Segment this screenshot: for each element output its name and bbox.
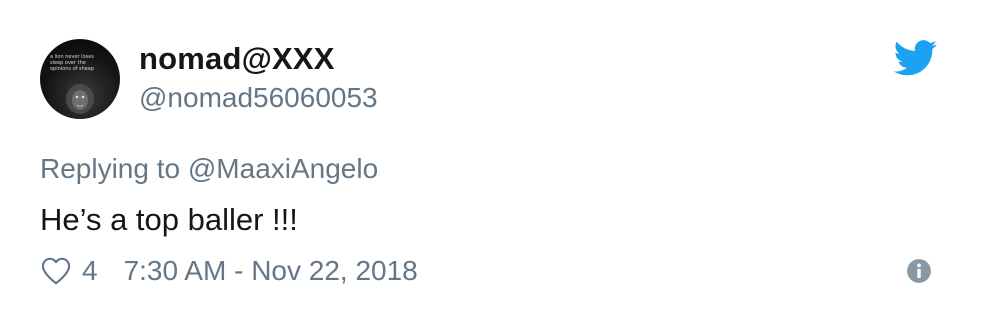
reply-mention-link[interactable]: @MaaxiAngelo: [188, 153, 378, 184]
heart-icon[interactable]: [40, 255, 72, 287]
twitter-bird-icon[interactable]: [894, 40, 938, 76]
avatar[interactable]: a lion never loses sleep over the opinio…: [40, 39, 120, 119]
replying-to-label: Replying to: [40, 153, 188, 184]
user-info: nomad@XXX @nomad56060053: [139, 41, 378, 115]
tweet-card: a lion never loses sleep over the opinio…: [0, 0, 981, 309]
like-count[interactable]: 4: [82, 255, 98, 287]
info-icon[interactable]: [906, 258, 932, 284]
avatar-caption: a lion never loses sleep over the opinio…: [50, 54, 95, 72]
tweet-text: He’s a top baller !!!: [40, 202, 298, 237]
replying-to-line: Replying to @MaaxiAngelo: [40, 152, 378, 186]
tweet-footer: 4 7:30 AM - Nov 22, 2018: [40, 253, 418, 289]
lion-icon: [66, 84, 94, 114]
display-name[interactable]: nomad@XXX: [139, 41, 378, 77]
user-handle[interactable]: @nomad56060053: [139, 81, 378, 115]
tweet-timestamp[interactable]: 7:30 AM - Nov 22, 2018: [124, 255, 418, 287]
